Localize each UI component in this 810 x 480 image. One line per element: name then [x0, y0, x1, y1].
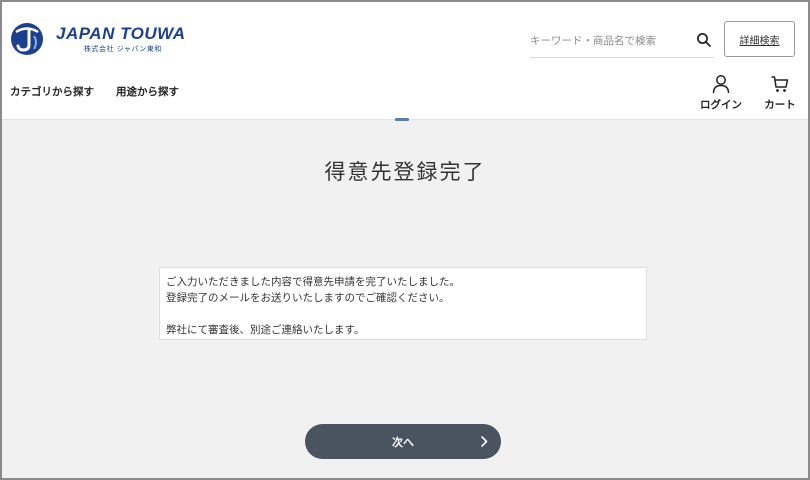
search-icon[interactable]	[696, 32, 712, 48]
nav-browse-by-category[interactable]: カテゴリから探す	[10, 84, 94, 99]
logo-mark-icon	[11, 23, 43, 55]
cart-link[interactable]: カート	[757, 74, 803, 114]
message-line: 弊社にて審査後、別途ご連絡いたします。	[166, 324, 365, 336]
user-icon	[712, 75, 730, 94]
nav-browse-by-purpose[interactable]: 用途から探す	[116, 84, 179, 99]
next-button-label: 次へ	[392, 436, 414, 449]
message-line: ご入力いただきました内容で得意先申請を完了いたしました。	[166, 276, 460, 288]
completion-message: ご入力いただきました内容で得意先申請を完了いたしました。 登録完了のメールをお送…	[159, 267, 647, 340]
site-logo[interactable]: JAPAN TOUWA 株式会社 ジャパン東和	[10, 20, 200, 60]
message-line: 登録完了のメールをお送りいたしますのでご確認ください。	[166, 292, 450, 304]
page-title: 得意先登録完了	[324, 160, 486, 184]
section-indicator	[395, 118, 409, 121]
cart-label: カート	[764, 99, 796, 111]
site-header: JAPAN TOUWA 株式会社 ジャパン東和 詳細検索 カテゴリから探す 用途…	[2, 2, 808, 120]
search-box	[530, 24, 714, 58]
logo-subtitle: 株式会社 ジャパン東和	[84, 45, 162, 53]
logo-name: JAPAN TOUWA	[56, 24, 186, 43]
next-button[interactable]: 次へ	[305, 424, 501, 459]
login-label: ログイン	[700, 99, 742, 111]
cart-icon	[771, 76, 789, 92]
chevron-right-icon	[481, 436, 488, 447]
login-link[interactable]: ログイン	[698, 74, 744, 114]
search-input[interactable]	[530, 30, 690, 52]
advanced-search-button[interactable]: 詳細検索	[724, 21, 795, 57]
